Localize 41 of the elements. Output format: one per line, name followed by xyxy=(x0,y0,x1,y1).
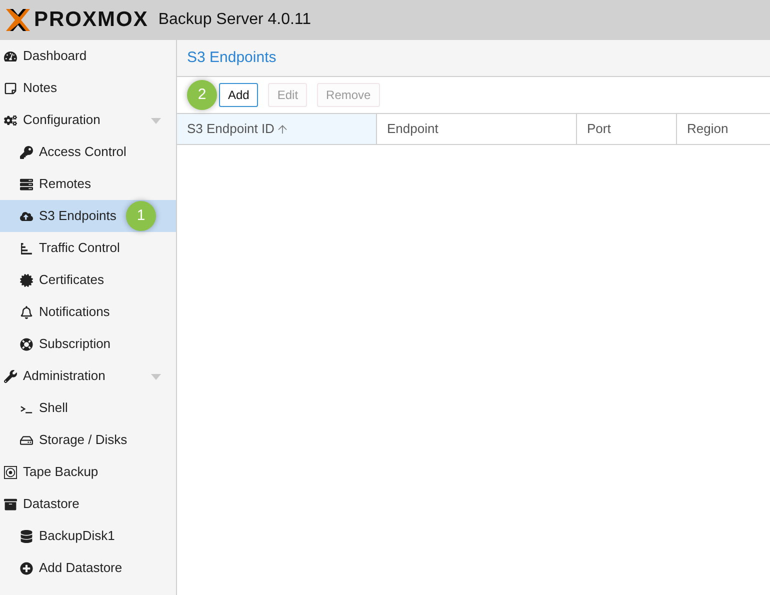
panel-title: S3 Endpoints xyxy=(187,48,276,68)
database-icon xyxy=(20,530,33,542)
column-header[interactable]: S3 Endpoint ID xyxy=(177,114,377,144)
nav-item[interactable]: Add Datastore xyxy=(0,552,176,584)
product-title: Backup Server 4.0.11 xyxy=(158,10,312,30)
drive-icon xyxy=(20,434,33,446)
sort-arrow-icon xyxy=(276,122,290,136)
nav-item[interactable]: Storage / Disks xyxy=(0,424,176,456)
bell-icon xyxy=(20,306,33,318)
nav-item[interactable]: Shell xyxy=(0,392,176,424)
nav-item[interactable]: Administration xyxy=(0,360,176,392)
server-icon xyxy=(20,178,33,190)
step-badge: 2 xyxy=(187,80,217,110)
nav-item[interactable]: Notes xyxy=(0,72,176,104)
nav-item[interactable]: Subscription xyxy=(0,328,176,360)
nav-item[interactable]: Access Control xyxy=(0,136,176,168)
key-icon xyxy=(20,146,33,158)
nav-item[interactable]: Dashboard xyxy=(0,40,176,72)
nav-item[interactable]: Traffic Control xyxy=(0,232,176,264)
nav-item[interactable]: BackupDisk1 xyxy=(0,520,176,552)
nav-item[interactable]: Certificates xyxy=(0,264,176,296)
dashboard-icon xyxy=(4,50,17,62)
certificate-icon xyxy=(20,274,33,286)
bars-icon xyxy=(20,242,33,254)
disc-icon xyxy=(4,466,17,478)
nav-item[interactable]: Notifications xyxy=(0,296,176,328)
nav-item[interactable]: Tape Backup xyxy=(0,456,176,488)
note-icon xyxy=(4,82,17,94)
nav-item[interactable]: Datastore xyxy=(0,488,176,520)
archive-icon xyxy=(4,498,17,510)
logo-text: PROXMOX xyxy=(34,7,148,34)
nav-item[interactable]: Configuration xyxy=(0,104,176,136)
gears-icon xyxy=(4,114,17,126)
nav-item[interactable]: Remotes xyxy=(0,168,176,200)
life-ring-icon xyxy=(20,338,33,350)
step-badge: 1 xyxy=(126,201,156,231)
nav-item[interactable]: S3 Endpoints 1 xyxy=(0,200,176,232)
cloud-upload-icon xyxy=(20,210,33,222)
wrench-icon xyxy=(4,370,17,382)
toolbar-button[interactable]: Add xyxy=(219,83,258,107)
logo-icon xyxy=(6,9,30,31)
